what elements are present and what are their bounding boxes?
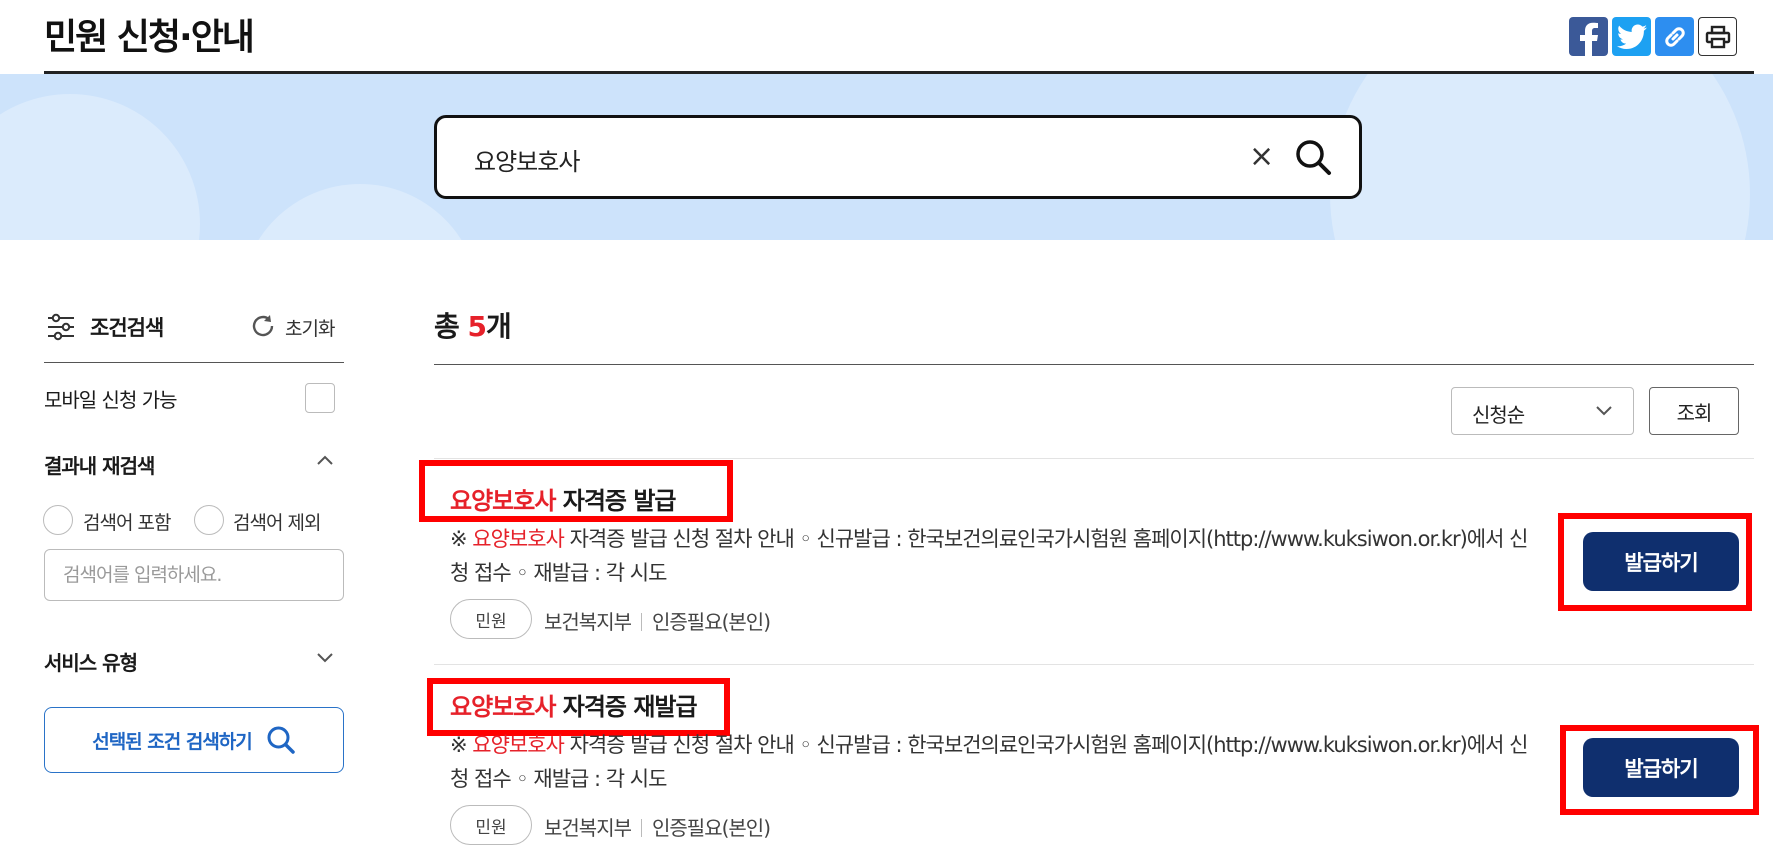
apply-filter-label: 선택된 조건 검색하기 xyxy=(92,730,253,753)
desc-prefix: ※ xyxy=(450,733,473,757)
include-keyword-radio[interactable] xyxy=(43,505,73,535)
mobile-available-checkbox[interactable] xyxy=(305,383,335,413)
result-description-2: ※ 요양보호사 자격증 발급 신청 절차 안내 ◦ 신규발급 : 한국보건의료인… xyxy=(450,728,1530,796)
title-rest: 자격증 재발급 xyxy=(555,693,698,721)
filter-icon xyxy=(48,313,74,341)
clear-icon[interactable]: × xyxy=(1249,142,1274,172)
search-icon xyxy=(267,726,295,754)
result-total: 총 5개 xyxy=(434,305,512,345)
category-tag: 민원 xyxy=(450,805,532,845)
auth-requirement: 인증필요(본인) xyxy=(652,610,771,634)
result-divider xyxy=(434,664,1754,665)
desc-highlight: 요양보호사 xyxy=(472,527,565,551)
twitter-share-button[interactable] xyxy=(1612,17,1651,56)
sort-value: 신청순 xyxy=(1472,403,1525,427)
include-keyword-label[interactable]: 검색어 포함 xyxy=(83,508,171,535)
exclude-keyword-label[interactable]: 검색어 제외 xyxy=(233,508,321,535)
result-meta-1: 보건복지부 인증필요(본인) xyxy=(544,606,771,635)
desc-rest: 자격증 발급 신청 절차 안내 ◦ 신규발급 : 한국보건의료인국가시험원 홈페… xyxy=(450,527,1528,585)
meta-separator xyxy=(641,613,642,631)
facebook-share-button[interactable] xyxy=(1569,17,1608,56)
view-button[interactable]: 조회 xyxy=(1649,387,1739,435)
link-icon xyxy=(1664,26,1685,47)
desc-rest: 자격증 발급 신청 절차 안내 ◦ 신규발급 : 한국보건의료인국가시험원 홈페… xyxy=(450,733,1528,791)
page-title: 민원 신청·안내 xyxy=(44,17,255,58)
desc-prefix: ※ xyxy=(450,527,473,551)
auth-requirement: 인증필요(본인) xyxy=(652,816,771,840)
search-icon[interactable] xyxy=(1294,138,1332,176)
refine-search-title[interactable]: 결과내 재검색 xyxy=(44,450,155,479)
org-name: 보건복지부 xyxy=(544,610,632,634)
total-count: 5 xyxy=(467,310,488,343)
facebook-icon xyxy=(1580,22,1598,56)
sort-divider xyxy=(434,458,1754,459)
search-box[interactable]: 요양보호사 × xyxy=(434,115,1362,199)
result-title-2[interactable]: 요양보호사 자격증 재발급 xyxy=(450,687,698,722)
total-suffix: 개 xyxy=(486,310,512,343)
chevron-down-icon[interactable] xyxy=(316,651,334,663)
result-description-1: ※ 요양보호사 자격증 발급 신청 절차 안내 ◦ 신규발급 : 한국보건의료인… xyxy=(450,522,1530,590)
issue-button[interactable]: 발급하기 xyxy=(1583,532,1739,591)
chevron-down-icon xyxy=(1596,406,1612,416)
category-tag: 민원 xyxy=(450,599,532,639)
issue-button[interactable]: 발급하기 xyxy=(1583,738,1739,797)
meta-separator xyxy=(641,819,642,837)
print-button[interactable] xyxy=(1698,17,1737,56)
result-meta-2: 보건복지부 인증필요(본인) xyxy=(544,812,771,841)
title-rest: 자격증 발급 xyxy=(555,487,677,515)
reset-button[interactable]: 초기화 xyxy=(285,314,335,341)
search-input[interactable]: 요양보호사 xyxy=(474,142,580,177)
apply-filter-button[interactable]: 선택된 조건 검색하기 xyxy=(44,707,344,773)
org-name: 보건복지부 xyxy=(544,816,632,840)
refine-search-input[interactable] xyxy=(44,549,344,601)
title-highlight: 요양보호사 xyxy=(450,693,556,721)
twitter-icon xyxy=(1616,24,1647,49)
result-title-1[interactable]: 요양보호사 자격증 발급 xyxy=(450,481,677,516)
title-highlight: 요양보호사 xyxy=(450,487,556,515)
service-type-title[interactable]: 서비스 유형 xyxy=(44,647,138,676)
sort-select[interactable]: 신청순 xyxy=(1451,387,1634,435)
desc-highlight: 요양보호사 xyxy=(472,733,565,757)
exclude-keyword-radio[interactable] xyxy=(194,505,224,535)
sidebar-divider xyxy=(44,362,344,363)
mobile-available-label: 모바일 신청 가능 xyxy=(44,388,178,412)
link-copy-button[interactable] xyxy=(1655,17,1694,56)
filter-title: 조건검색 xyxy=(90,316,164,340)
refresh-icon[interactable] xyxy=(250,313,276,339)
results-divider xyxy=(434,364,1754,365)
print-icon xyxy=(1705,25,1730,48)
chevron-up-icon[interactable] xyxy=(316,454,334,466)
total-prefix: 총 xyxy=(434,310,460,343)
